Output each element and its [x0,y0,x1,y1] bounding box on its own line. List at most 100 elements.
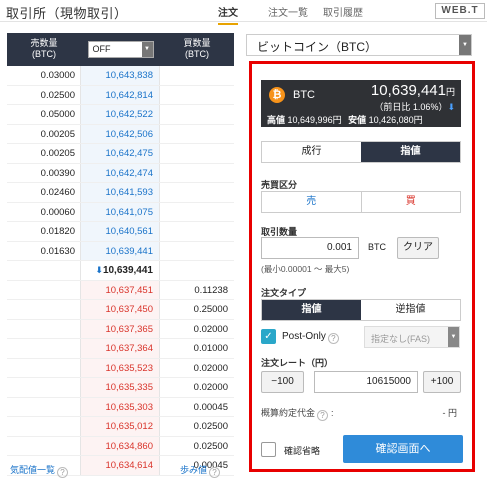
ask-price[interactable]: 10,642,522 [81,105,160,124]
order-form-panel: ₿ BTC 10,639,441円 （前日比 1.06%）⬇ 高値 10,649… [249,61,475,472]
estimate-value: - 円 [442,408,458,418]
ask-qty: 0.01630 [7,241,81,260]
ask-row[interactable]: 0.00205 10,642,475 [7,144,234,164]
bid-row[interactable]: 10,635,303 0.00045 [7,397,234,417]
ask-price[interactable]: 10,642,474 [81,163,160,182]
tab-order[interactable]: 注文 [218,4,238,25]
bid-qty: 0.02000 [193,382,228,393]
fas-select[interactable]: 指定なし(FAS) ▼ [364,326,460,348]
ask-price[interactable]: 10,642,506 [81,124,160,143]
help-icon[interactable]: ? [209,467,221,478]
help-icon[interactable]: ? [57,467,69,478]
empty-cell [7,397,81,416]
empty-cell [7,280,81,299]
ask-row[interactable]: 0.00390 10,642,474 [7,163,234,183]
ask-row[interactable]: 0.01820 10,640,561 [7,222,234,242]
buy-button[interactable]: 買 [362,192,461,212]
rate-plus-button[interactable]: +100 [423,371,461,393]
aggregation-select[interactable]: OFF ▼ [87,41,154,58]
bid-qty-header: 買数量 (BTC) [183,38,211,59]
limit-type-tab[interactable]: 指値 [262,300,361,320]
bid-row[interactable]: 10,635,335 0.02000 [7,378,234,398]
market-order-tab[interactable]: 成行 [262,142,361,162]
sell-button[interactable]: 売 [262,192,362,212]
bid-price[interactable]: 10,637,365 [81,319,160,338]
ask-row[interactable]: 0.02500 10,642,814 [7,85,234,105]
bid-qty: 0.00045 [193,401,228,413]
stop-type-tab[interactable]: 逆指値 [361,300,460,320]
order-mode-toggle: 成行 指値 [261,141,461,163]
rate-minus-button[interactable]: −100 [261,371,304,393]
empty-cell [160,183,234,202]
ask-row[interactable]: 0.00205 10,642,506 [7,124,234,144]
bid-price[interactable]: 10,635,335 [81,378,160,397]
clear-button[interactable]: クリア [397,237,439,259]
help-icon[interactable]: ? [317,410,329,421]
rate-input[interactable]: 10615000 [314,371,418,393]
help-icon[interactable]: ? [327,333,339,344]
confirm-button[interactable]: 確認画面へ [343,435,463,463]
empty-cell [160,105,234,124]
post-only-checkbox[interactable]: ✓ [261,329,276,344]
quantity-unit: BTC [368,242,386,252]
bid-row[interactable]: 10,635,523 0.02000 [7,358,234,378]
ask-price[interactable]: 10,640,561 [81,222,160,241]
dropdown-arrow-icon: ▼ [448,327,459,347]
bid-row[interactable]: 10,637,364 0.01000 [7,339,234,359]
ask-qty: 0.00205 [7,124,81,143]
ask-price[interactable]: 10,639,441 [81,241,160,260]
quote-list-link[interactable]: 気配値一覧? [10,465,69,478]
ask-row[interactable]: 0.03000 10,643,838 [7,66,234,86]
last-price-row: ⬇10,639,441 [7,261,234,281]
skip-confirm-checkbox[interactable] [261,442,276,457]
ask-qty: 0.00205 [7,144,81,163]
bid-price[interactable]: 10,635,303 [81,397,160,416]
ask-price[interactable]: 10,642,814 [81,85,160,104]
ask-row[interactable]: 0.05000 10,642,522 [7,105,234,125]
high-low: 高値 10,649,996円 安値 10,426,080円 [267,115,423,125]
ask-row[interactable]: 0.00060 10,641,075 [7,202,234,222]
ask-row[interactable]: 0.02460 10,641,593 [7,183,234,203]
empty-cell [7,319,81,338]
empty-cell [160,164,234,183]
bid-row[interactable]: 10,635,012 0.02500 [7,417,234,437]
quantity-input[interactable]: 0.001 [261,237,359,259]
ask-price[interactable]: 10,642,475 [81,144,160,163]
bid-row[interactable]: 10,637,450 0.25000 [7,300,234,320]
tab-trade-history[interactable]: 取引履歴 [323,4,363,19]
empty-cell [7,436,81,455]
ask-qty: 0.02460 [7,183,81,202]
bid-price[interactable]: 10,637,450 [81,300,160,319]
ask-price[interactable]: 10,643,838 [81,66,160,85]
bid-qty: 0.02000 [193,362,228,374]
trade-ticks-link[interactable]: 歩み値? [180,463,221,478]
empty-cell [160,242,234,261]
bid-qty: 0.01000 [193,343,228,354]
empty-cell [160,125,234,144]
bid-row[interactable]: 10,637,451 0.11238 [7,280,234,300]
ticker-change: （前日比 1.06%）⬇ [374,102,455,112]
ask-price[interactable]: 10,641,593 [81,183,160,202]
ask-price[interactable]: 10,641,075 [81,202,160,221]
bid-price[interactable]: 10,634,860 [81,436,160,455]
bid-price[interactable]: 10,637,451 [81,280,160,299]
ask-qty: 0.03000 [7,66,81,85]
bid-row[interactable]: 10,634,860 0.02500 [7,436,234,456]
empty-cell [7,300,81,319]
empty-cell [160,66,234,85]
bid-price[interactable]: 10,637,364 [81,339,160,358]
tab-order-list[interactable]: 注文一覧 [268,4,308,19]
limit-order-tab[interactable]: 指値 [361,142,460,162]
brand-logo: WEB.T [435,3,485,19]
currency-pair-select[interactable]: ビットコイン（BTC） ▼ [246,34,472,56]
ask-row[interactable]: 0.01630 10,639,441 [7,241,234,261]
empty-cell [160,222,234,241]
estimate-label: 概算約定代金?: [261,408,334,421]
bid-row[interactable]: 10,637,365 0.02000 [7,319,234,339]
top-bar: 取引所（現物取引） 注文 注文一覧 取引履歴 WEB.T [0,0,487,25]
ask-qty: 0.00060 [7,202,81,221]
ask-qty: 0.01820 [7,222,81,241]
bid-price[interactable]: 10,635,012 [81,417,160,436]
bid-price[interactable]: 10,635,523 [81,358,160,377]
bid-qty: 0.11238 [194,284,228,296]
